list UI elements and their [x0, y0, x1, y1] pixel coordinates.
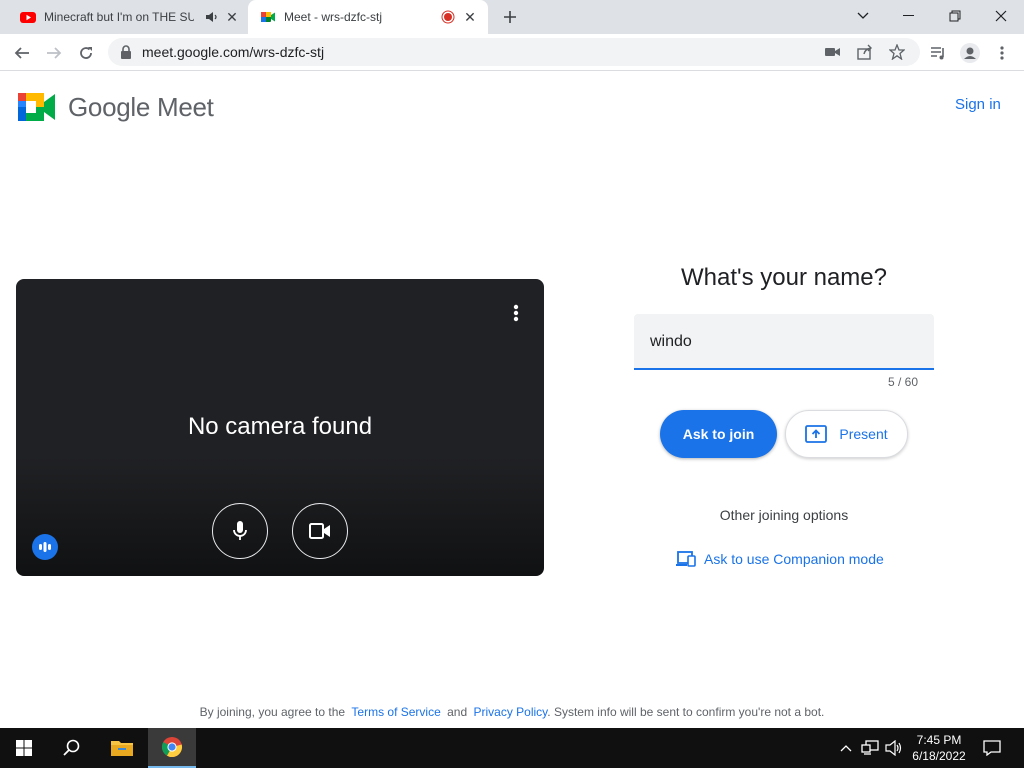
present-label: Present [839, 426, 888, 442]
companion-mode-link[interactable]: Ask to use Companion mode [676, 551, 884, 567]
url-text[interactable]: meet.google.com/wrs-dzfc-stj [142, 44, 324, 60]
lock-icon[interactable] [120, 45, 132, 59]
tab-meet[interactable]: Meet - wrs-dzfc-stj ✕ [248, 0, 488, 34]
tab-title: Minecraft but I'm on THE SUN [44, 10, 194, 24]
close-icon[interactable]: ✕ [224, 9, 240, 25]
google-meet-logo-icon [18, 93, 55, 121]
clock-time: 7:45 PM [916, 733, 962, 747]
notification-icon[interactable] [982, 738, 1002, 758]
legal-notice: By joining, you agree to the Terms of Se… [0, 705, 1024, 719]
record-dot-icon [440, 9, 456, 25]
search-icon[interactable] [48, 728, 96, 768]
speaker-icon[interactable] [204, 9, 220, 25]
chevron-up-icon[interactable] [836, 738, 856, 758]
present-button[interactable]: Present [785, 410, 908, 458]
google-meet-icon [261, 12, 275, 22]
tab-youtube[interactable]: Minecraft but I'm on THE SUN ✕ [8, 0, 248, 34]
back-arrow-icon[interactable] [8, 39, 36, 67]
reload-icon[interactable] [72, 39, 100, 67]
browser-toolbar: meet.google.com/wrs-dzfc-stj [0, 34, 1024, 71]
legal-and: and [447, 705, 468, 719]
privacy-policy-link[interactable]: Privacy Policy [473, 705, 547, 719]
forward-arrow-icon[interactable] [40, 39, 68, 67]
close-icon[interactable]: ✕ [462, 9, 478, 25]
audio-level-icon [32, 534, 58, 560]
terms-of-service-link[interactable]: Terms of Service [351, 705, 440, 719]
mic-button[interactable] [212, 503, 268, 559]
chevron-down-icon[interactable] [840, 0, 886, 32]
tab-strip: Minecraft but I'm on THE SUN ✕ Meet - wr… [0, 0, 1024, 34]
windows-taskbar: 7:45 PM 6/18/2022 [0, 728, 1024, 768]
minimize-icon[interactable] [886, 0, 932, 32]
character-counter: 5 / 60 [887, 375, 918, 389]
present-to-all-icon [805, 425, 828, 443]
windows-start-icon[interactable] [0, 728, 48, 768]
share-icon[interactable] [854, 42, 876, 62]
name-prompt-title: What's your name? [680, 264, 887, 291]
system-clock[interactable]: 7:45 PM 6/18/2022 [906, 732, 972, 764]
no-camera-message: No camera found [187, 413, 373, 440]
star-icon[interactable] [886, 42, 908, 62]
address-bar[interactable]: meet.google.com/wrs-dzfc-stj [108, 38, 920, 66]
videocam-icon [309, 523, 330, 539]
volume-icon[interactable] [884, 738, 904, 758]
plus-icon[interactable] [498, 5, 522, 29]
chrome-icon[interactable] [148, 728, 196, 768]
camera-icon[interactable] [822, 42, 844, 62]
youtube-icon [20, 12, 36, 23]
close-icon[interactable] [978, 0, 1024, 32]
file-explorer-icon[interactable] [98, 728, 146, 768]
name-field-container[interactable] [634, 314, 934, 370]
mic-icon [233, 521, 247, 540]
camera-button[interactable] [292, 503, 348, 559]
video-preview: No camera found [16, 279, 544, 576]
restore-icon[interactable] [932, 0, 978, 32]
reading-list-icon[interactable] [924, 39, 952, 67]
more-vert-icon[interactable] [506, 301, 526, 325]
legal-suffix: . System info will be sent to confirm yo… [547, 705, 825, 719]
name-input[interactable] [650, 330, 920, 354]
ask-to-join-button[interactable]: Ask to join [660, 410, 777, 458]
devices-icon [676, 551, 696, 567]
other-joining-options-label: Other joining options [719, 507, 849, 523]
network-icon[interactable] [860, 738, 880, 758]
more-vert-icon[interactable] [988, 39, 1016, 67]
tab-title: Meet - wrs-dzfc-stj [284, 10, 383, 24]
legal-prefix: By joining, you agree to the [199, 705, 346, 719]
clock-date: 6/18/2022 [912, 749, 966, 763]
companion-mode-label: Ask to use Companion mode [704, 551, 884, 567]
brand-name: Google Meet [68, 92, 214, 122]
profile-icon[interactable] [956, 39, 984, 67]
sign-in-link[interactable]: Sign in [955, 96, 1001, 113]
